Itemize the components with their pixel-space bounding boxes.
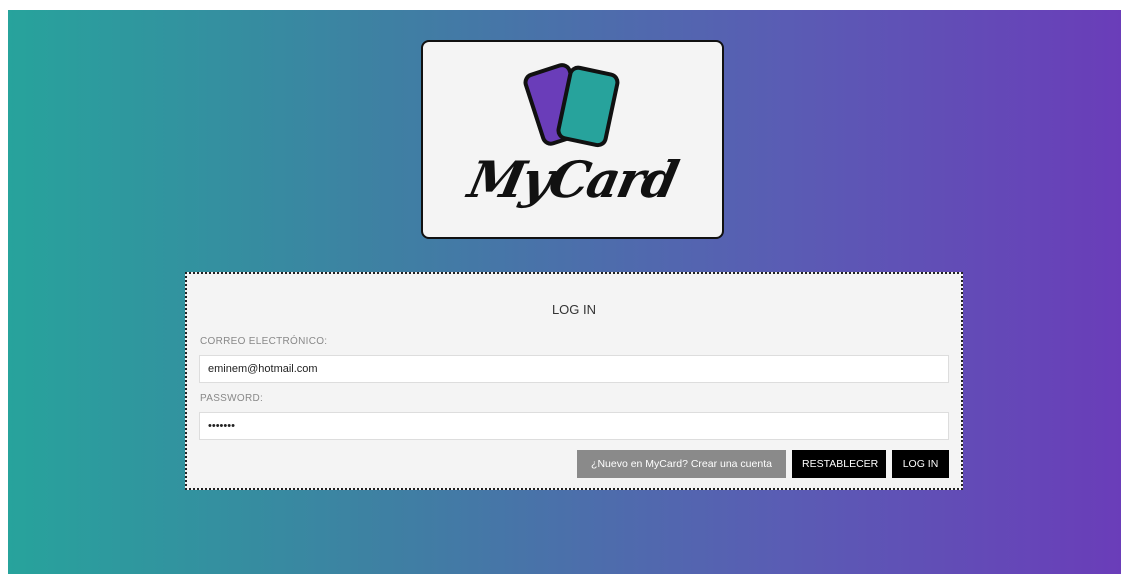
cards-logo-icon [523, 63, 620, 148]
login-title: LOG IN [551, 302, 597, 317]
page-background: MyCard LOG IN CORREO ELECTRÓNICO: PASSWO… [8, 10, 1121, 574]
login-form: LOG IN CORREO ELECTRÓNICO: PASSWORD: ¿Nu… [185, 272, 963, 490]
password-label: PASSWORD: [200, 393, 264, 404]
logo-card: MyCard [421, 40, 724, 239]
create-account-button[interactable]: ¿Nuevo en MyCard? Crear una cuenta [577, 450, 786, 478]
logo-wordmark: MyCard [463, 150, 682, 209]
email-label: CORREO ELECTRÓNICO: [200, 336, 328, 347]
password-field[interactable] [199, 412, 949, 440]
email-field[interactable] [199, 355, 949, 383]
login-button[interactable]: LOG IN [892, 450, 949, 478]
reset-button[interactable]: RESTABLECER [792, 450, 886, 478]
